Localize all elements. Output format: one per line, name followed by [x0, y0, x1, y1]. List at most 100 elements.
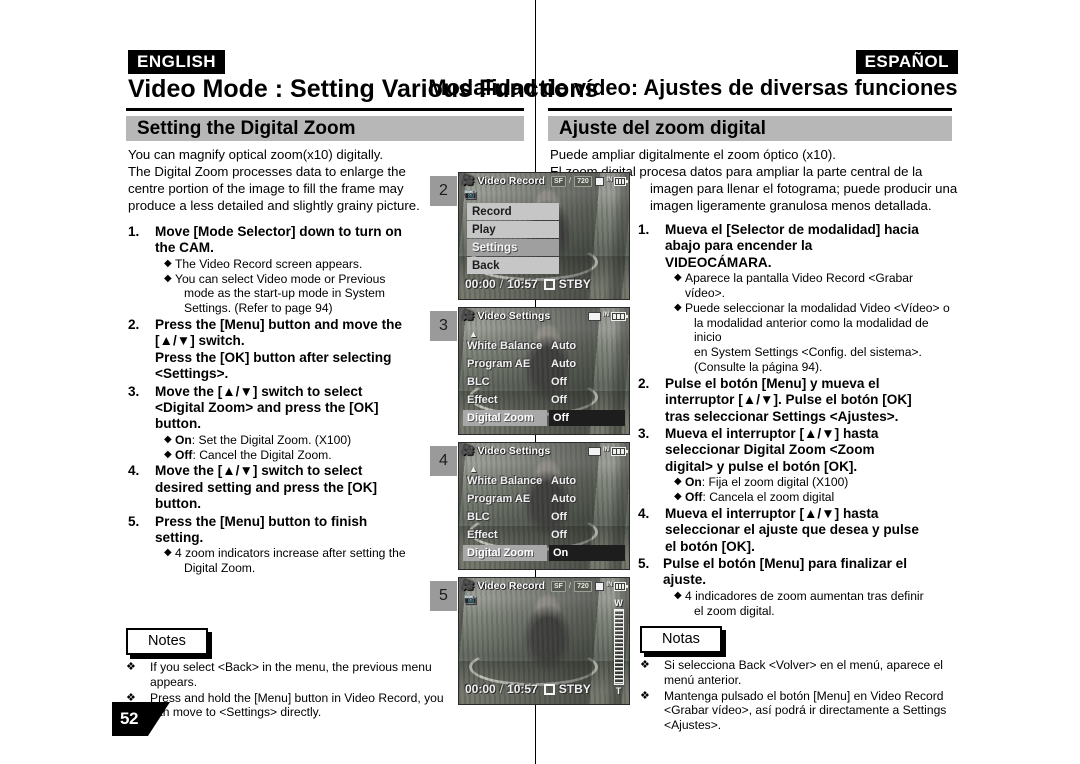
battery-icon: [614, 176, 628, 186]
step-body: Move [Mode Selector] down to turn on the…: [155, 224, 428, 316]
step-item: 1. Mueva el [Selector de modalidad] haci…: [638, 222, 950, 375]
scroll-up-arrow-icon[interactable]: ▲: [463, 330, 625, 339]
zoom-wide-label: W: [614, 598, 623, 608]
bullet-text: Off: Cancela el zoom digital: [685, 490, 950, 505]
settings-row-white-balance[interactable]: White Balance Auto: [463, 473, 625, 489]
diamond-bullet-icon: ◆: [674, 272, 682, 284]
settings-row-digital-zoom[interactable]: Digital Zoom On: [463, 545, 625, 561]
setting-value: Auto: [551, 493, 577, 505]
page-number: 52: [120, 709, 138, 728]
settings-row-program-ae[interactable]: Program AE Auto: [463, 491, 625, 507]
standby-square-icon: [543, 278, 555, 290]
diamond-bullet-icon: ◆: [164, 272, 172, 284]
bullet-item: ◆ Aparece la pantalla Video Record <Grab…: [665, 271, 950, 301]
note-line: Mantenga pulsado el botón [Menu] en Vide…: [664, 688, 944, 703]
section-title-bar-spanish: Ajuste del zoom digital: [548, 116, 952, 141]
quality-badge: SF: [550, 175, 566, 187]
setting-value: Auto: [551, 358, 577, 370]
step-number: 3.: [638, 426, 650, 442]
note-item: ❖ If you select <Back> in the menu, the …: [122, 660, 452, 690]
step-item: 1. Move [Mode Selector] down to turn on …: [128, 224, 428, 316]
standby-square-icon: [543, 683, 555, 695]
bullet-text: 4 zoom indicators increase after setting…: [175, 546, 406, 561]
step-body: Mueva el interruptor [▲/▼] hasta selecci…: [665, 506, 950, 555]
lcd-popup-menu[interactable]: Record Play Settings Back: [467, 203, 559, 275]
lcd-mode-label: Video Settings: [477, 309, 551, 322]
settings-row-blc[interactable]: BLC Off: [463, 374, 625, 390]
resolution-badge: 720: [574, 175, 592, 187]
step-title-line: Press the [Menu] button and move the: [155, 317, 402, 332]
setting-name: White Balance: [467, 340, 543, 352]
note-line: <Ajustes>.: [664, 718, 722, 733]
step-title-line: Mueva el [Selector de modalidad] hacia: [665, 222, 919, 237]
menu-item-play[interactable]: Play: [467, 221, 559, 238]
settings-row-digital-zoom[interactable]: Digital Zoom Off: [463, 410, 625, 426]
lcd-screen-settings-off: 🎥 Video Settings ▲ White Balance Auto Pr…: [458, 307, 630, 435]
note-text: If you select <Back> in the menu, the pr…: [150, 660, 452, 690]
step-number: 2.: [128, 317, 140, 332]
resolution-badge: 720: [574, 580, 592, 592]
settings-row-effect[interactable]: Effect Off: [463, 527, 625, 543]
intro-line: Puede ampliar digitalmente el zoom óptic…: [550, 147, 836, 162]
remaining-time: 10:57: [507, 682, 538, 696]
menu-item-record[interactable]: Record: [467, 203, 559, 220]
lcd-settings-list[interactable]: ▲ White Balance Auto Program AE Auto BLC…: [463, 465, 625, 563]
bullet-rest: : Set the Digital Zoom. (X100): [191, 432, 352, 447]
menu-item-back[interactable]: Back: [467, 257, 559, 274]
diamond-bullet-icon: ◆: [164, 448, 172, 460]
menu-item-settings[interactable]: Settings: [467, 239, 559, 256]
step-item: 4. Move the [▲/▼] switch to select desir…: [128, 463, 428, 512]
lcd-settings-list[interactable]: ▲ White Balance Auto Program AE Auto BLC…: [463, 330, 625, 428]
intro-paragraph-english: You can magnify optical zoom(x10) digita…: [128, 146, 428, 214]
step-item: 5. Pulse el botón [Menu] para finalizar …: [638, 556, 950, 618]
step-title-line: interruptor [▲/▼]. Pulse el botón [OK]: [665, 392, 912, 408]
note-text: Mantenga pulsado el botón [Menu] en Vide…: [664, 689, 966, 733]
elapsed-time: 00:00: [465, 277, 496, 291]
camcorder-icon: 🎥: [462, 445, 475, 456]
record-status: STBY: [558, 682, 591, 696]
language-tag-spanish: ESPAÑOL: [855, 50, 958, 75]
camcorder-icon: 🎥: [462, 580, 475, 591]
step-title-line: Move the [▲/▼] switch to select: [155, 383, 363, 399]
lcd-figure: 4 🎥 Video Settings ▲ White Balance: [430, 442, 630, 572]
settings-row-blc[interactable]: BLC Off: [463, 509, 625, 525]
step-bullets: ◆ On: Fija el zoom digital (X100) ◆ Off:…: [665, 475, 950, 505]
diamond-bullet-icon: ◆: [164, 433, 172, 445]
bullet-item: ◆ The Video Record screen appears.: [155, 257, 428, 272]
remaining-time: 10:57: [507, 277, 538, 291]
diamond-bullet-icon: ◆: [674, 589, 682, 601]
lcd-status-bar: 🎥 Video Settings: [459, 443, 629, 459]
lcd-screen-record-zoom: 🎥 Video Record SF / 720 📷 W T 00:00: [458, 577, 630, 705]
figure-step-chip: 5: [430, 581, 457, 611]
lcd-status-bar: 🎥 Video Record SF / 720: [459, 578, 629, 594]
settings-row-white-balance[interactable]: White Balance Auto: [463, 338, 625, 354]
step-number: 5.: [638, 556, 650, 572]
diamond-bullet-icon: ◆: [674, 301, 682, 313]
language-tag-english: ENGLISH: [128, 50, 226, 75]
bullet-lead: Off: [175, 447, 193, 462]
scroll-up-arrow-icon[interactable]: ▲: [463, 465, 625, 474]
photo-bicycle-rim: [469, 647, 598, 687]
diamond-bullet-icon: ◆: [164, 257, 172, 269]
notes-label-box-english: Notes: [126, 628, 208, 656]
note-text: Press and hold the [Menu] button in Vide…: [150, 691, 452, 721]
step-body: Mueva el interruptor [▲/▼] hasta selecci…: [665, 426, 950, 505]
bullet-text: You can select Video mode or Previous: [175, 271, 386, 286]
diamond-bullet-icon: ◆: [674, 476, 682, 488]
bullet-item: ◆ Off: Cancel the Digital Zoom.: [155, 448, 428, 463]
settings-row-effect[interactable]: Effect Off: [463, 392, 625, 408]
settings-row-program-ae[interactable]: Program AE Auto: [463, 356, 625, 372]
bullet-lead: Off: [685, 490, 703, 505]
setting-value: Off: [551, 529, 567, 541]
step-title-line: button.: [155, 416, 202, 432]
intro-line: produce a less detailed and slightly gra…: [128, 198, 420, 214]
setting-name: Effect: [467, 394, 498, 406]
notes-list-spanish: ❖ Si selecciona Back <Volver> en el menú…: [636, 658, 966, 734]
bullet-continuation: Digital Zoom.: [184, 561, 256, 576]
lcd-status-bar: 🎥 Video Record SF / 720: [459, 173, 629, 189]
step-title-line: abajo para encender la: [665, 238, 813, 254]
lcd-figure: 5 🎥 Video Record SF / 720 📷: [430, 577, 630, 707]
step-body: Press the [Menu] button to finish settin…: [155, 514, 428, 576]
lcd-figure: 3 🎥 Video Settings ▲ White Balance: [430, 307, 630, 437]
lcd-mode-label: Video Record: [477, 174, 545, 187]
